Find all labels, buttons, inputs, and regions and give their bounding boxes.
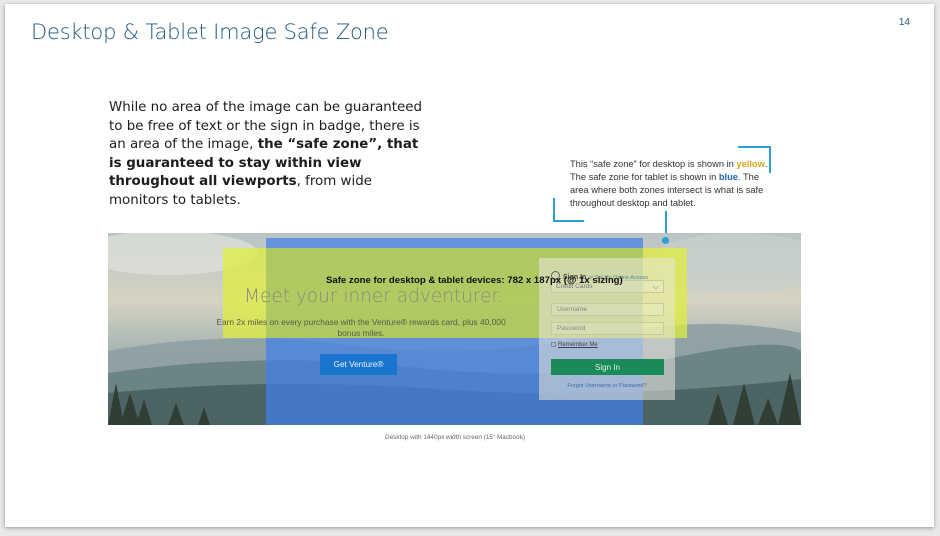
pointer-dot <box>662 237 669 244</box>
safe-zone-note: This “safe zone” for desktop is shown in… <box>570 158 770 210</box>
hero-image: Meet your inner adventurer. Earn 2x mile… <box>108 233 801 425</box>
sign-in-button[interactable]: Sign In <box>551 359 664 375</box>
remember-me-checkbox[interactable]: Remember Me <box>551 342 598 348</box>
username-field[interactable]: Username <box>551 303 664 316</box>
slide: Desktop & Tablet Image Safe Zone 14 Whil… <box>5 4 934 527</box>
hero-subtext: Earn 2x miles on every purchase with the… <box>216 317 506 338</box>
get-venture-button[interactable]: Get Venture® <box>320 354 397 375</box>
note-text-1: This “safe zone” for desktop is shown in <box>570 159 737 169</box>
checkbox-icon <box>551 342 556 347</box>
note-blue-word: blue <box>718 172 738 182</box>
safe-zone-caption: Safe zone for desktop & tablet devices: … <box>326 275 623 286</box>
bracket-bottom-left-vertical <box>553 198 555 221</box>
bracket-top-right-vertical <box>769 146 771 173</box>
bracket-top-right-horizontal <box>738 146 770 148</box>
hero-headline: Meet your inner adventurer. <box>244 286 504 307</box>
bracket-bottom-left-horizontal <box>553 220 584 222</box>
image-caption: Desktop with 1440px width screen (15" Ma… <box>384 434 526 441</box>
password-field[interactable]: Password <box>551 322 664 335</box>
intro-paragraph: While no area of the image can be guaran… <box>109 99 429 211</box>
note-yellow-word: yellow <box>736 159 765 169</box>
slide-title: Desktop & Tablet Image Safe Zone <box>31 20 389 44</box>
remember-me-label: Remember Me <box>558 342 598 348</box>
forgot-credentials-link[interactable]: Forgot Username or Password? <box>539 383 675 389</box>
page-number: 14 <box>898 17 910 28</box>
chevron-down-icon: ⌵ <box>652 282 659 291</box>
